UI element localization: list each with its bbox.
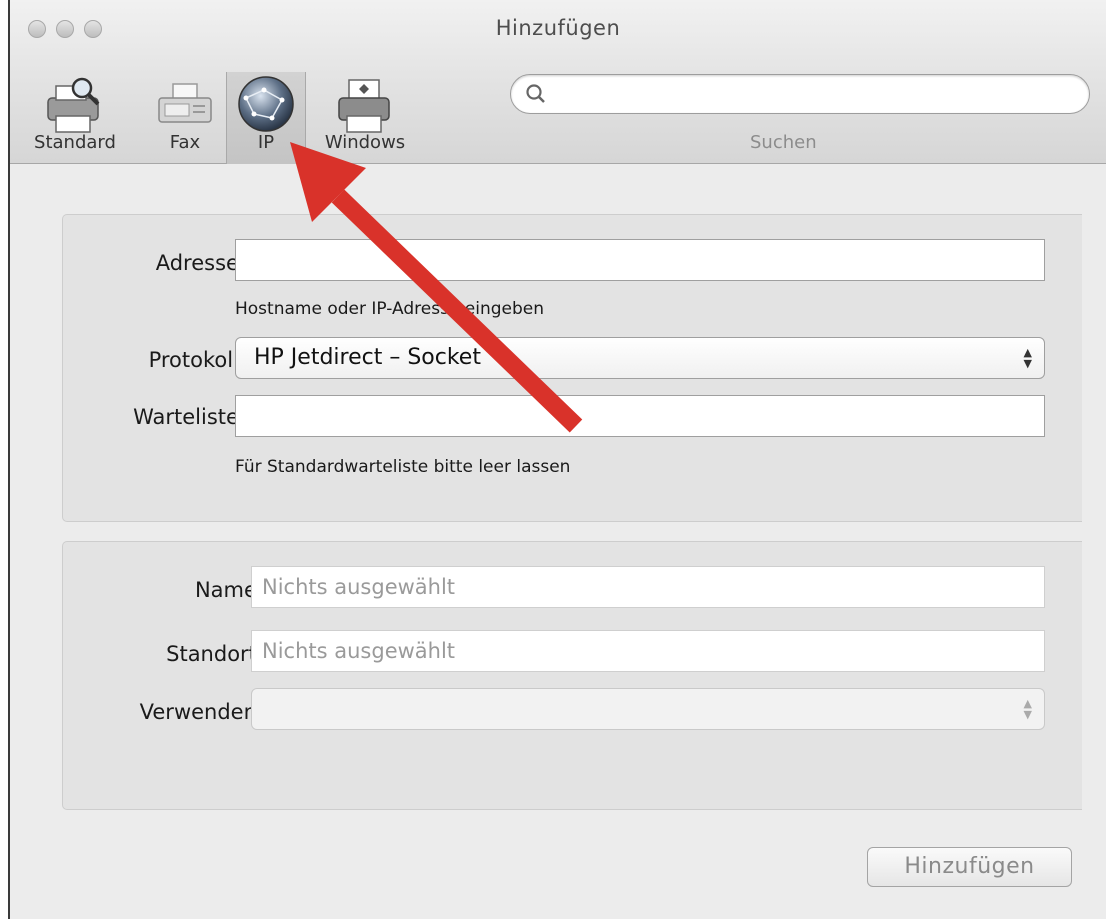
toolbar-item-label: Windows: [324, 132, 406, 153]
printer-windows-icon: [338, 79, 390, 133]
toolbar-item-label: Standard: [34, 132, 116, 153]
search-label: Suchen: [750, 132, 817, 153]
window-title: Hinzufügen: [495, 16, 621, 40]
protocol-select[interactable]: HP Jetdirect – Socket ▲ ▼: [235, 337, 1045, 379]
toolbar-item-label: IP: [257, 132, 275, 153]
queue-label: Warteliste:: [133, 405, 246, 429]
updown-arrows-icon: ▲ ▼: [1023, 697, 1032, 721]
address-input[interactable]: [235, 239, 1045, 281]
address-hint: Hostname oder IP-Adresse eingeben: [235, 299, 545, 319]
queue-input[interactable]: [235, 395, 1045, 437]
location-label: Standort:: [166, 642, 264, 666]
toolbar-item-label: Fax: [169, 132, 201, 153]
titlebar: Hinzufügen: [10, 0, 1106, 62]
toolbar-item-windows[interactable]: Windows: [310, 72, 420, 164]
fax-icon: [158, 83, 212, 123]
use-label: Verwenden:: [139, 700, 264, 724]
updown-arrows-icon: ▲ ▼: [1023, 346, 1032, 370]
queue-hint: Für Standardwarteliste bitte leer lassen: [235, 457, 571, 477]
add-button[interactable]: Hinzufügen: [867, 847, 1072, 887]
location-input[interactable]: Nichts ausgewählt: [251, 630, 1045, 672]
add-printer-window: Hinzufügen Standard Fax IP Windows Suche…: [8, 0, 1106, 919]
toolbar-item-standard[interactable]: Standard: [10, 72, 140, 164]
use-driver-select[interactable]: ▲ ▼: [251, 688, 1045, 730]
toolbar-item-ip[interactable]: IP: [226, 72, 306, 164]
search-icon: [526, 84, 545, 103]
globe-icon: [238, 76, 294, 132]
toolbar-item-fax[interactable]: Fax: [150, 72, 220, 164]
printer-search-icon: [47, 77, 100, 133]
protocol-label: Protokoll:: [148, 348, 246, 372]
search-field[interactable]: [510, 74, 1090, 114]
toolbar: Hinzufügen Standard Fax IP Windows Suche…: [10, 0, 1106, 164]
name-input[interactable]: Nichts ausgewählt: [251, 566, 1045, 608]
address-label: Adresse:: [155, 251, 246, 275]
details-group: Name: Nichts ausgewählt Standort: Nichts…: [62, 541, 1082, 810]
connection-group: Adresse: Hostname oder IP-Adresse eingeb…: [62, 214, 1082, 522]
protocol-value: HP Jetdirect – Socket: [254, 345, 481, 370]
